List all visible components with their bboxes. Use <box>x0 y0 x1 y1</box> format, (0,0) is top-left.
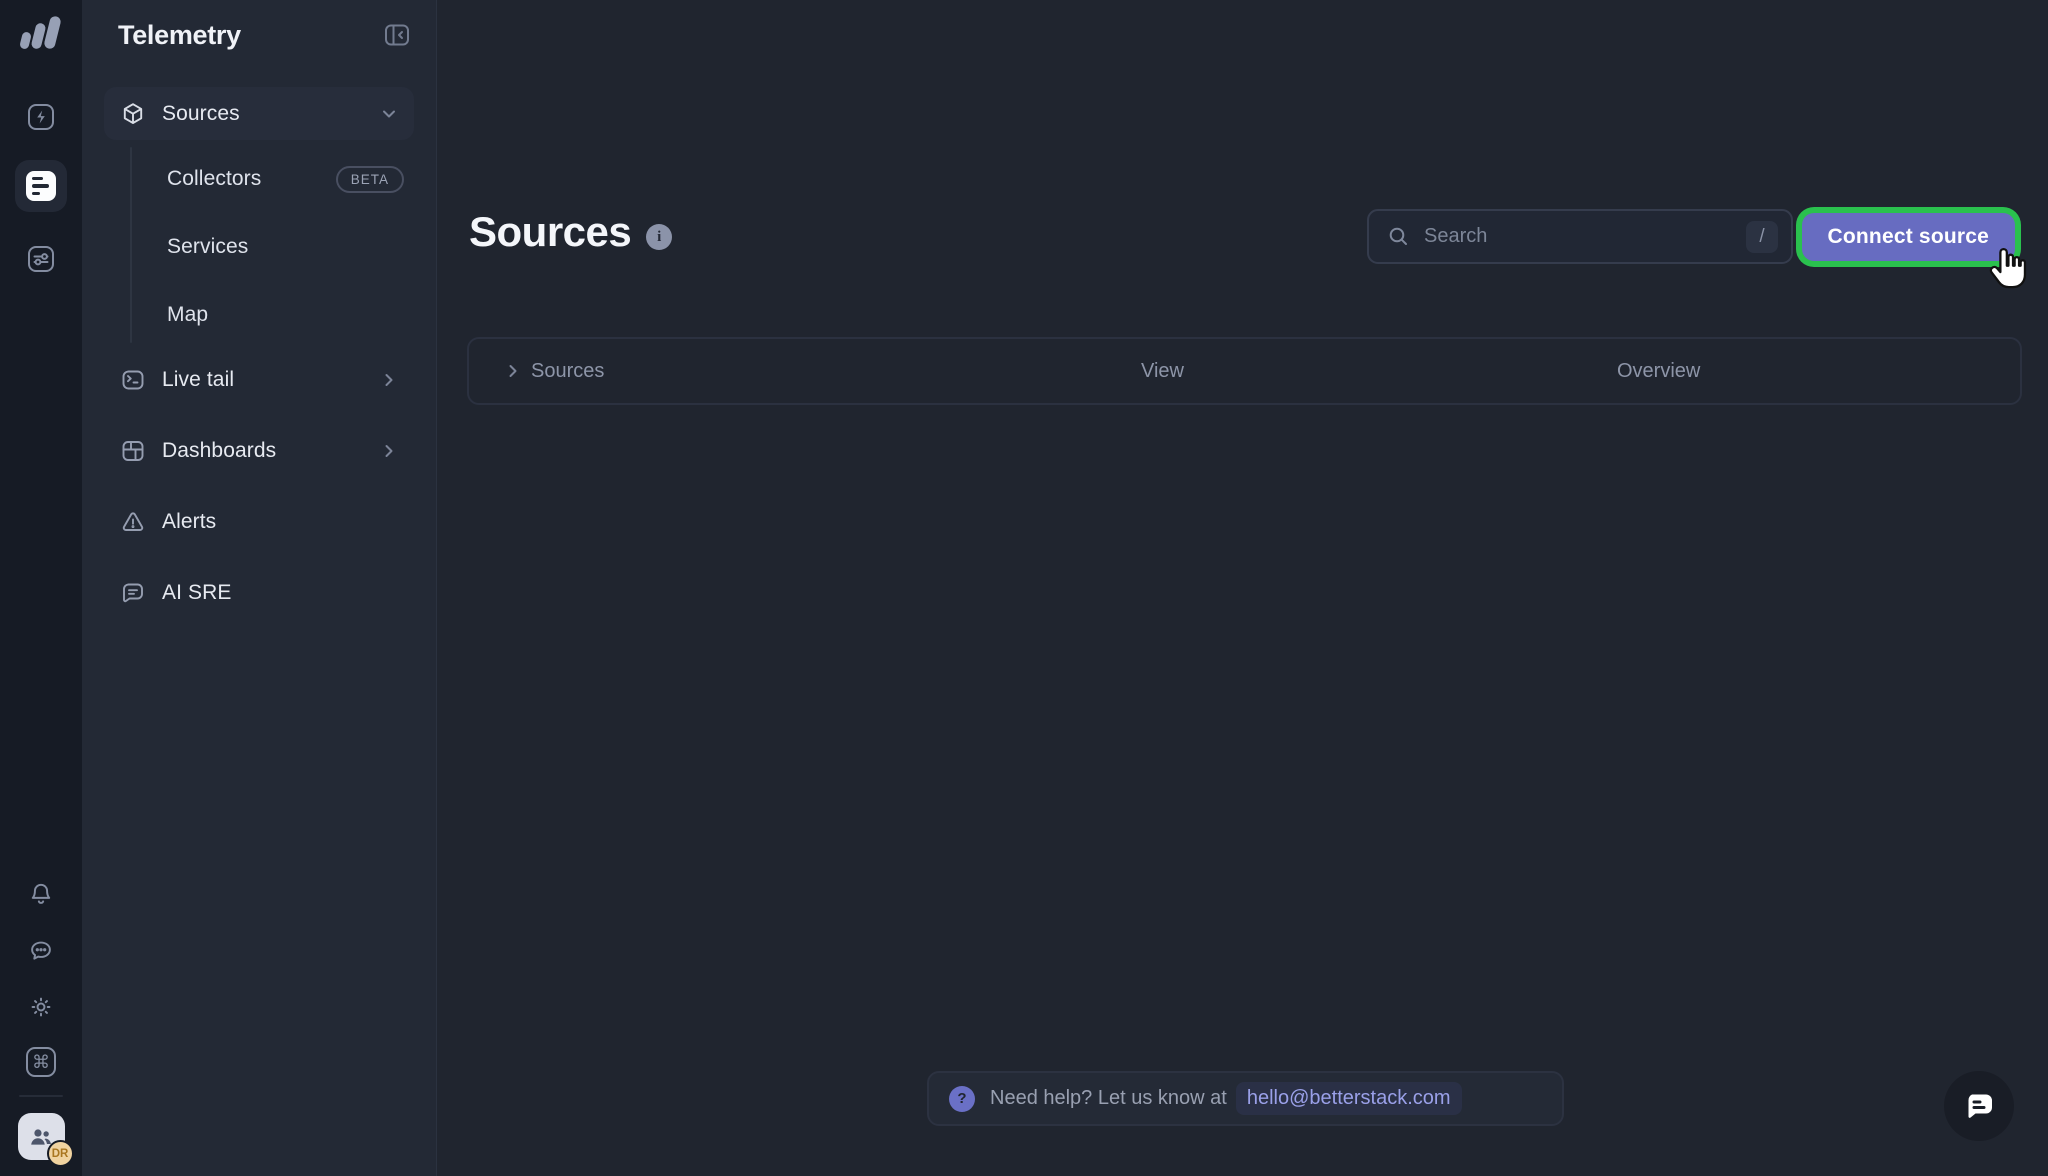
search-icon <box>1387 225 1410 248</box>
sidebar-item-ai-sre[interactable]: AI SRE <box>104 566 414 619</box>
question-icon: ? <box>949 1086 975 1112</box>
sidebar-item-label: Services <box>167 235 248 259</box>
main-content: Sources i / Connect source Sources View … <box>438 0 2048 1176</box>
theme-sun-icon[interactable] <box>28 994 54 1020</box>
chevron-down-icon <box>378 103 400 125</box>
sidebar-item-live-tail[interactable]: Live tail <box>104 353 414 406</box>
feedback-chat-icon[interactable] <box>28 938 54 964</box>
warning-triangle-icon <box>120 509 146 535</box>
sidebar-item-map[interactable]: Map <box>82 281 437 349</box>
sidebar-item-sources[interactable]: Sources <box>104 87 414 140</box>
avatar-initials-badge: DR <box>47 1140 74 1167</box>
info-icon[interactable]: i <box>646 224 672 250</box>
account-avatar[interactable]: DR <box>18 1113 65 1160</box>
chevron-right-icon <box>378 369 400 391</box>
telemetry-rail-item-active[interactable] <box>15 160 67 212</box>
bell-icon[interactable] <box>28 881 54 907</box>
sidebar-item-label: Collectors <box>167 167 261 191</box>
terminal-icon <box>120 367 146 393</box>
column-label: Overview <box>1617 360 1700 383</box>
connect-source-button[interactable]: Connect source <box>1802 213 2016 261</box>
sidebar-item-collectors[interactable]: Collectors BETA <box>82 145 437 213</box>
sidebar-item-services[interactable]: Services <box>82 213 437 281</box>
cube-icon <box>120 101 146 127</box>
column-header-view: View <box>1141 339 1184 403</box>
column-label: View <box>1141 360 1184 383</box>
help-text: Need help? Let us know at <box>990 1087 1227 1110</box>
sources-subtree: Collectors BETA Services Map <box>82 145 437 349</box>
sidebar: Telemetry Sources Collectors <box>82 0 437 1176</box>
logs-icon <box>26 171 56 201</box>
sidebar-item-label: AI SRE <box>162 581 231 605</box>
chevron-right-icon <box>378 440 400 462</box>
slash-shortcut-key: / <box>1746 221 1778 253</box>
sidebar-item-alerts[interactable]: Alerts <box>104 495 414 548</box>
sources-table-header: Sources View Overview <box>467 337 2022 405</box>
chat-bubble-icon <box>1960 1087 1998 1125</box>
uptime-lightning-icon[interactable] <box>26 102 56 132</box>
sidebar-item-label: Dashboards <box>162 439 276 463</box>
support-chat-button[interactable] <box>1944 1071 2014 1141</box>
chat-lines-icon <box>120 580 146 606</box>
chevron-right-icon <box>503 361 523 381</box>
sliders-icon[interactable] <box>26 244 56 274</box>
sidebar-item-label: Map <box>167 303 208 327</box>
column-header-sources[interactable]: Sources <box>503 339 604 403</box>
rail-bottom-group: ⌘ DR <box>18 881 65 1176</box>
column-label: Sources <box>531 360 604 383</box>
icon-rail: ⌘ DR <box>0 0 82 1176</box>
page-header: Sources i <box>469 208 672 256</box>
command-icon[interactable]: ⌘ <box>26 1047 56 1077</box>
sidebar-item-dashboards[interactable]: Dashboards <box>104 424 414 477</box>
betterstack-logo-icon[interactable] <box>18 14 64 54</box>
page-title: Sources <box>469 208 631 256</box>
sidebar-title: Telemetry <box>118 20 241 51</box>
sidebar-item-label: Sources <box>162 102 240 126</box>
bento-grid-icon <box>120 438 146 464</box>
help-bar: ? Need help? Let us know at hello@better… <box>927 1071 1564 1126</box>
sidebar-item-label: Live tail <box>162 368 234 392</box>
help-email-link[interactable]: hello@betterstack.com <box>1236 1082 1462 1115</box>
panel-collapse-icon[interactable] <box>382 20 412 50</box>
column-header-overview: Overview <box>1617 339 1700 403</box>
beta-badge: BETA <box>336 166 404 193</box>
sidebar-item-label: Alerts <box>162 510 216 534</box>
search-input[interactable] <box>1422 224 1746 249</box>
sidebar-header: Telemetry <box>82 0 436 66</box>
search-box[interactable]: / <box>1367 209 1793 264</box>
rail-divider <box>19 1095 63 1097</box>
